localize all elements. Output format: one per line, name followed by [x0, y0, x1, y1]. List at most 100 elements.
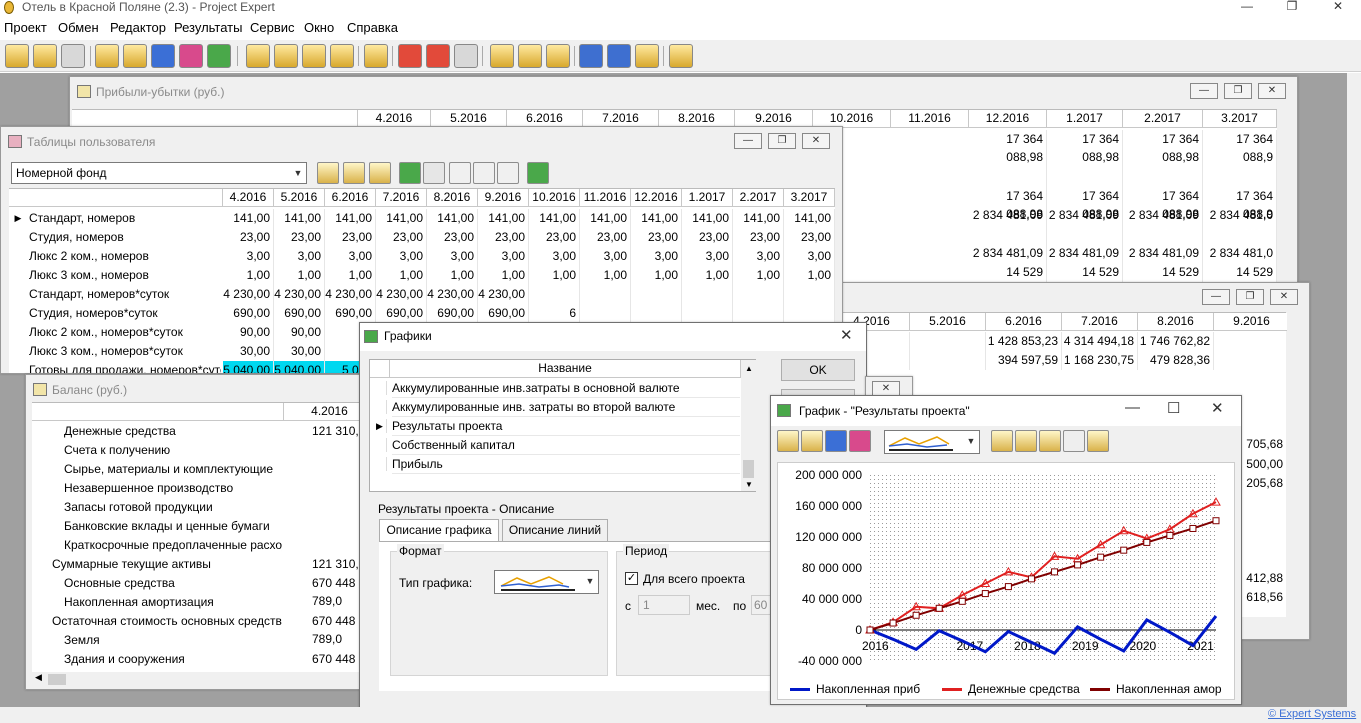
graphs-list-item[interactable]: Собственный капитал [392, 436, 740, 455]
ut-cell[interactable]: 3,00 [784, 247, 835, 266]
print-icon[interactable] [123, 44, 147, 68]
list-icon[interactable] [635, 44, 659, 68]
ut-cell[interactable]: 1,00 [631, 266, 682, 285]
arrow-left-icon[interactable]: ◀ [35, 672, 42, 683]
tab-chart-description[interactable]: Описание графика [379, 519, 499, 541]
xls-export-icon[interactable] [207, 44, 231, 68]
balance-hscroll[interactable]: ◀ [32, 672, 374, 687]
chart-type-dropdown[interactable]: ▼ [884, 430, 980, 454]
doc-export-icon[interactable] [151, 44, 175, 68]
balance-row-label[interactable]: Основные средства [64, 574, 282, 593]
ut-cell[interactable]: 23,00 [529, 228, 580, 247]
ut-cell[interactable]: 1,00 [478, 266, 529, 285]
money-icon[interactable] [302, 44, 326, 68]
copy-icon[interactable] [473, 162, 495, 184]
ut-row-label[interactable]: Люкс 2 ком., номеров [29, 247, 221, 266]
ut-cell[interactable] [733, 304, 784, 323]
ut-cell[interactable]: 3,00 [733, 247, 784, 266]
close-icon[interactable]: ✕ [1323, 0, 1353, 14]
export-icon[interactable] [527, 162, 549, 184]
briefcase-icon[interactable] [364, 44, 388, 68]
ut-cell[interactable] [529, 285, 580, 304]
ut-cell[interactable] [733, 285, 784, 304]
ut-cell[interactable]: 30,00 [223, 342, 274, 361]
cf-report-icon[interactable] [426, 44, 450, 68]
user-icon[interactable] [518, 44, 542, 68]
puzzle-icon[interactable] [246, 44, 270, 68]
ut-cell[interactable]: 3,00 [682, 247, 733, 266]
ut-cell[interactable]: 90,00 [223, 323, 274, 342]
ut-cell[interactable]: 4 230,00 [427, 285, 478, 304]
ut-cell[interactable]: 23,00 [427, 228, 478, 247]
ut-cell[interactable]: 1,00 [376, 266, 427, 285]
ut-cell[interactable]: 30,00 [274, 342, 325, 361]
ut-cell[interactable]: 141,00 [784, 209, 835, 228]
ut-cell[interactable]: 690,00 [325, 304, 376, 323]
new-project-icon[interactable] [5, 44, 29, 68]
balance-row-label[interactable]: Сырье, материалы и комплектующие [64, 460, 282, 479]
restore-icon[interactable]: ❐ [1277, 0, 1307, 14]
ut-cell[interactable]: 141,00 [427, 209, 478, 228]
hscroll-thumb[interactable] [48, 674, 66, 685]
ut-cell[interactable]: 23,00 [631, 228, 682, 247]
ut-cell[interactable]: 23,00 [376, 228, 427, 247]
grid-icon[interactable] [1063, 430, 1085, 452]
roi-icon[interactable] [579, 44, 603, 68]
preview-icon[interactable] [95, 44, 119, 68]
print-icon[interactable] [777, 430, 799, 452]
ut-cell[interactable]: 3,00 [376, 247, 427, 266]
balance-row-label[interactable]: Счета к получению [64, 441, 282, 460]
chart-type-dropdown[interactable]: ▼ [494, 570, 599, 594]
close-icon[interactable]: ✕ [1211, 399, 1224, 417]
ut-cell[interactable]: 141,00 [631, 209, 682, 228]
ut-cell[interactable]: 1,00 [529, 266, 580, 285]
ut-cell[interactable]: 3,00 [478, 247, 529, 266]
balance-row-label[interactable]: Незавершенное производство [64, 479, 282, 498]
balance-row-label[interactable]: Банковские вклады и ценные бумаги [64, 517, 282, 536]
ut-cell[interactable] [784, 304, 835, 323]
ut-cell[interactable]: 1,00 [580, 266, 631, 285]
ut-cell[interactable]: 1,00 [274, 266, 325, 285]
ut-cell[interactable]: 1,00 [733, 266, 784, 285]
open-folder-icon[interactable] [33, 44, 57, 68]
ut-cell[interactable]: 5 040,00 [274, 361, 325, 373]
ut-cell[interactable]: 4 230,00 [223, 285, 274, 304]
pl-close-button[interactable]: ✕ [1258, 83, 1286, 99]
cf-vscroll[interactable] [1287, 312, 1302, 617]
ut-cell[interactable]: 90,00 [274, 323, 325, 342]
ut-cell[interactable]: 23,00 [733, 228, 784, 247]
graphs-list-item[interactable]: Аккумулированные инв.затраты в основной … [392, 379, 740, 398]
ut-cell[interactable] [784, 285, 835, 304]
ut-cell[interactable]: 23,00 [325, 228, 376, 247]
balance-row-label[interactable]: Земля [64, 631, 282, 650]
ut-cell[interactable]: 141,00 [733, 209, 784, 228]
balance-row-label[interactable]: Остаточная стоимость основных средств: [52, 612, 282, 631]
ut-cell[interactable]: 23,00 [580, 228, 631, 247]
balance-row-label[interactable]: Суммарные текущие активы [52, 555, 282, 574]
chart-icon[interactable] [399, 162, 421, 184]
ut-cell[interactable]: 141,00 [478, 209, 529, 228]
balance-row-label[interactable]: Здания и сооружения [64, 650, 282, 669]
ut-cell[interactable]: 3,00 [631, 247, 682, 266]
ut-cell[interactable]: 690,00 [478, 304, 529, 323]
graphs-list-item[interactable]: Результаты проекта [392, 417, 740, 436]
ut-cell[interactable]: 3,00 [427, 247, 478, 266]
menu-window[interactable]: Окно [304, 20, 334, 35]
ut-cell[interactable]: 3,00 [223, 247, 274, 266]
edit-doc-icon[interactable] [274, 44, 298, 68]
ut-cell[interactable]: 1,00 [427, 266, 478, 285]
ut-row-label[interactable]: Люкс 3 ком., номеров [29, 266, 221, 285]
ut-cell[interactable] [631, 304, 682, 323]
ut-cell[interactable]: 23,00 [223, 228, 274, 247]
ut-row-label[interactable]: Стандарт, номеров [29, 209, 221, 228]
ut-row-label[interactable]: Люкс 2 ком., номеров*суток [29, 323, 221, 342]
legend-icon[interactable] [1087, 430, 1109, 452]
paste-icon[interactable] [497, 162, 519, 184]
ut-cell[interactable]: 6 [529, 304, 580, 323]
balance-report-icon[interactable] [454, 44, 478, 68]
ut-cell[interactable]: 690,00 [223, 304, 274, 323]
ut-cell[interactable]: 690,00 [427, 304, 478, 323]
pl-report-icon[interactable] [398, 44, 422, 68]
ut-cell[interactable]: 23,00 [478, 228, 529, 247]
ut-cell[interactable]: 141,00 [274, 209, 325, 228]
